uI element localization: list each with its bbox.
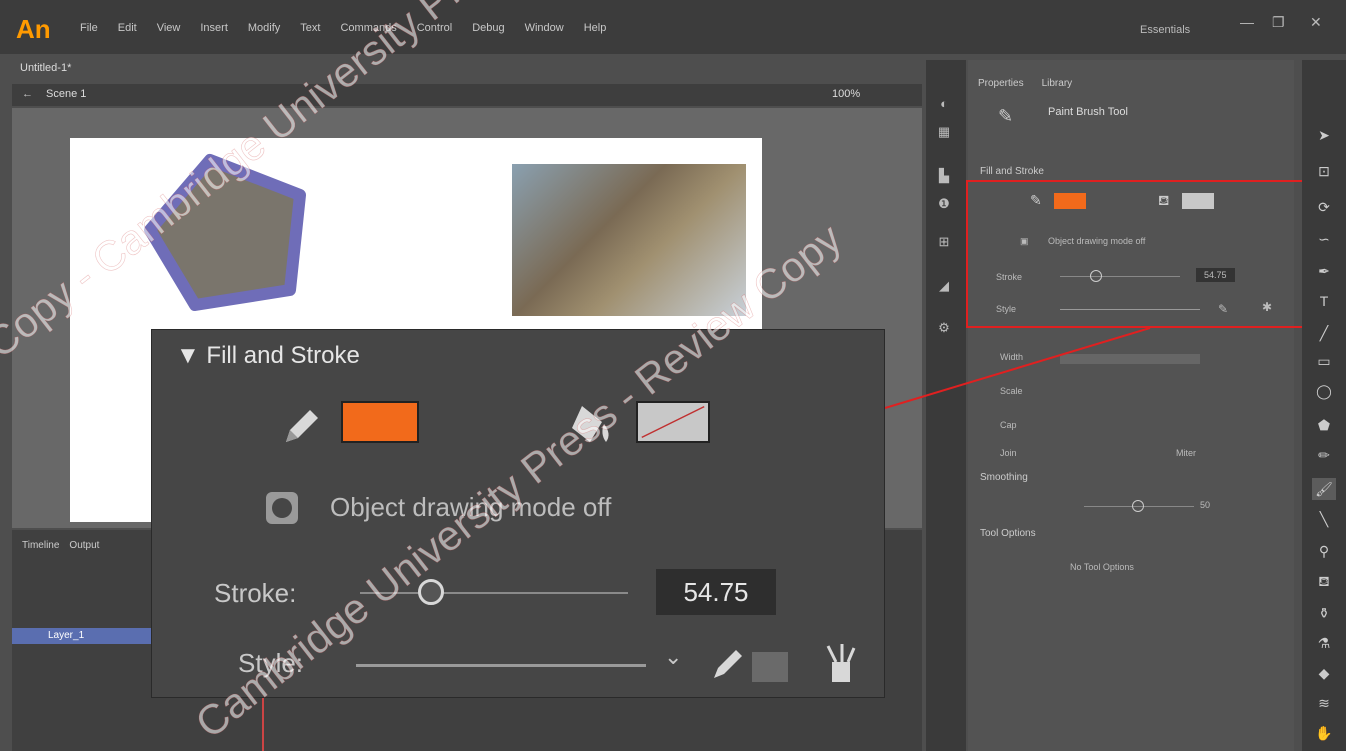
zoomed-style-label: Style: <box>238 648 304 678</box>
tab-timeline[interactable]: Timeline <box>22 540 59 551</box>
menu-bar: File Edit View Insert Modify Text Comman… <box>80 22 606 34</box>
highlight-box <box>966 180 1304 328</box>
tab-properties[interactable]: Properties <box>978 78 1024 89</box>
tool-name: Paint Brush Tool <box>1048 106 1128 118</box>
zoomed-pencil-icon <box>286 410 318 442</box>
panel-icon-strip <box>926 60 966 751</box>
zoomed-header-label: Fill and Stroke <box>206 342 360 369</box>
menu-item-file[interactable]: File <box>80 22 98 34</box>
ellipse-tool-icon[interactable]: ◯ <box>1312 380 1336 402</box>
color-icon[interactable]: ◐ <box>934 96 954 111</box>
tool-options-section-header[interactable]: Tool Options <box>980 528 1036 539</box>
paint-brush-tool-icon[interactable]: 🖌 <box>1312 478 1336 500</box>
zoomed-object-drawing-label: Object drawing mode off <box>330 492 612 522</box>
menu-item-control[interactable]: Control <box>417 22 452 34</box>
menu-item-commands[interactable]: Commands <box>340 22 396 34</box>
fill-stroke-section-header[interactable]: Fill and Stroke <box>980 166 1044 177</box>
3d-rotation-tool-icon[interactable]: ⟳ <box>1312 196 1336 218</box>
zoomed-section-header[interactable]: ▼ Fill and Stroke <box>176 342 360 370</box>
zoom-level[interactable]: 100% <box>832 88 860 100</box>
back-arrow-icon[interactable]: ← <box>22 88 33 100</box>
menu-item-debug[interactable]: Debug <box>472 22 504 34</box>
width-dropdown[interactable] <box>1060 354 1200 364</box>
lasso-tool-icon[interactable]: ∽ <box>1312 228 1336 250</box>
zoomed-fill-color-swatch[interactable] <box>636 401 710 443</box>
workspace-switcher[interactable]: Essentials <box>1140 24 1190 36</box>
menu-item-text[interactable]: Text <box>300 22 320 34</box>
menu-item-window[interactable]: Window <box>525 22 564 34</box>
zoomed-stroke-slider-track[interactable] <box>360 592 628 594</box>
menu-item-insert[interactable]: Insert <box>200 22 228 34</box>
close-button[interactable]: ✕ <box>1310 14 1322 31</box>
scene-label[interactable]: Scene 1 <box>46 88 86 100</box>
paint-brush-icon: ✎ <box>998 106 1014 126</box>
zoomed-stroke-value-field[interactable]: 54.75 <box>656 569 776 615</box>
zoomed-stroke-color-swatch[interactable] <box>341 401 419 443</box>
edit-bar <box>12 84 922 106</box>
zoomed-stroke-label: Stroke: <box>214 578 297 608</box>
ink-bottle-tool-icon[interactable]: ⚱ <box>1312 602 1336 624</box>
properties-panel <box>968 60 1294 751</box>
maximize-button[interactable]: ❐ <box>1272 14 1285 31</box>
swatches-icon[interactable]: ▦ <box>934 124 954 139</box>
zoomed-stroke-slider-thumb[interactable] <box>418 579 444 605</box>
width-tool-icon[interactable]: ≋ <box>1312 692 1336 714</box>
join-label: Join <box>1000 448 1017 458</box>
selection-tool-icon[interactable]: ➤ <box>1312 124 1336 146</box>
tab-output[interactable]: Output <box>69 540 99 551</box>
menu-item-view[interactable]: View <box>157 22 181 34</box>
polystar-tool-icon[interactable]: ⬟ <box>1312 414 1336 436</box>
smoothing-slider-thumb[interactable] <box>1132 500 1144 512</box>
motion-presets-icon[interactable]: ◢ <box>934 278 954 293</box>
scale-label: Scale <box>1000 386 1023 396</box>
zoomed-paint-bucket-icon <box>572 406 609 442</box>
properties-tabs: Properties Library <box>978 78 1072 89</box>
rectangle-tool-icon[interactable]: ▭ <box>1312 350 1336 372</box>
tool-options-value: No Tool Options <box>1070 562 1134 572</box>
line-tool-icon[interactable]: ╱ <box>1312 322 1336 344</box>
menu-item-help[interactable]: Help <box>584 22 607 34</box>
pentagon-shape[interactable] <box>140 150 320 320</box>
info-icon[interactable]: ❶ <box>934 196 954 211</box>
giraffe-photo[interactable] <box>512 164 746 316</box>
app-logo: An <box>16 14 51 44</box>
chevron-down-icon[interactable]: ⌄ <box>664 644 682 670</box>
menu-item-modify[interactable]: Modify <box>248 22 280 34</box>
align-icon[interactable]: ▙ <box>934 168 954 183</box>
join-value[interactable]: Miter <box>1176 448 1196 458</box>
brush-tool-icon[interactable]: ╲ <box>1312 508 1336 530</box>
zoomed-brush-library-icon[interactable] <box>818 640 860 686</box>
cap-label: Cap <box>1000 420 1017 430</box>
width-label: Width <box>1000 352 1024 362</box>
collapse-triangle-icon: ▼ <box>176 342 207 369</box>
hand-tool-icon[interactable]: ✋ <box>1312 722 1336 744</box>
timeline-tabs: Timeline Output <box>22 540 99 551</box>
text-tool-icon[interactable]: T <box>1312 290 1336 312</box>
pen-tool-icon[interactable]: ✒ <box>1312 260 1336 282</box>
tab-library[interactable]: Library <box>1042 78 1073 89</box>
transform-icon[interactable]: ⊞ <box>934 234 954 249</box>
paint-bucket-tool-icon[interactable]: ⛾ <box>1312 570 1336 592</box>
free-transform-tool-icon[interactable]: ⊡ <box>1312 160 1336 182</box>
pencil-tool-icon[interactable]: ✏ <box>1312 444 1336 466</box>
bone-tool-icon[interactable]: ⚲ <box>1312 540 1336 562</box>
eyedropper-tool-icon[interactable]: ⚗ <box>1312 632 1336 654</box>
document-tab[interactable]: Untitled-1* <box>20 62 71 74</box>
smoothing-section-header[interactable]: Smoothing <box>980 472 1028 483</box>
minimize-button[interactable]: — <box>1240 14 1254 30</box>
layer-row[interactable]: Layer_1 <box>12 628 152 644</box>
zoomed-edit-style-box[interactable] <box>752 652 788 682</box>
menu-item-edit[interactable]: Edit <box>118 22 137 34</box>
components-icon[interactable]: ⚙ <box>934 320 954 335</box>
zoomed-style-preview <box>356 664 646 667</box>
eraser-tool-icon[interactable]: ◆ <box>1312 662 1336 684</box>
smoothing-value[interactable]: 50 <box>1200 500 1210 510</box>
zoomed-edit-stroke-style-icon[interactable] <box>708 640 748 684</box>
object-drawing-mode-icon[interactable] <box>262 488 302 528</box>
